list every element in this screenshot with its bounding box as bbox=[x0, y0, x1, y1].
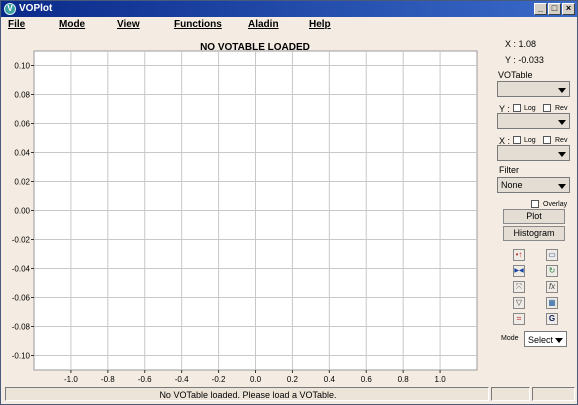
mode-select[interactable]: Select bbox=[524, 331, 567, 347]
title-bar[interactable]: V VOPlot _ □ × bbox=[1, 1, 577, 17]
status-panel-2 bbox=[491, 387, 530, 401]
menu-view[interactable]: View bbox=[117, 19, 140, 31]
plot-button[interactable]: Plot bbox=[503, 209, 565, 224]
votable-label: VOTable bbox=[498, 70, 533, 80]
x-tick-label: -0.4 bbox=[175, 375, 189, 384]
y-tick-label: 0.02 bbox=[14, 178, 30, 187]
refresh-icon[interactable]: ↻ bbox=[546, 265, 558, 277]
y-coordinate-readout: Y : -0.033 bbox=[505, 55, 544, 65]
plot-title: NO VOTABLE LOADED bbox=[200, 42, 310, 53]
y-tick-label: -0.02 bbox=[12, 236, 31, 245]
marker-tool-icon[interactable]: •↑ bbox=[513, 249, 525, 261]
chevron-down-icon bbox=[555, 338, 563, 343]
y-tick-label: 0.08 bbox=[14, 91, 30, 100]
y-rev-label: Rev bbox=[555, 105, 568, 112]
control-panel: X : 1.08 Y : -0.033 VOTable Y : Log Rev … bbox=[493, 37, 577, 384]
plot-panel[interactable]: 0.10 0.08 0.06 0.04 0.02 0.00 -0.02 -0.04 -0.06 -… bbox=[5, 37, 490, 384]
y-tick-label: -0.10 bbox=[12, 352, 31, 361]
y-tick-label: -0.06 bbox=[12, 294, 31, 303]
y-tick-label: -0.08 bbox=[12, 323, 31, 332]
voplot-logo-icon: V bbox=[4, 3, 16, 15]
y-tick-label: 0.00 bbox=[14, 207, 30, 216]
reset-arrows-icon[interactable]: ▶◀ bbox=[513, 265, 525, 277]
x-tick-label: 1.0 bbox=[435, 375, 447, 384]
y-log-checkbox[interactable] bbox=[513, 104, 521, 112]
menu-bar: File Mode View Functions Aladin Help bbox=[1, 18, 577, 33]
filter-funnel-icon[interactable]: ▽ bbox=[513, 297, 525, 309]
chevron-down-icon bbox=[558, 120, 566, 125]
x-tick-label: 0.6 bbox=[361, 375, 373, 384]
y-tick-label: -0.04 bbox=[12, 265, 31, 274]
x-coordinate-readout: X : 1.08 bbox=[505, 39, 537, 49]
overlay-label: Overlay bbox=[543, 201, 568, 208]
x-log-checkbox[interactable] bbox=[513, 136, 521, 144]
plot-canvas[interactable]: 0.10 0.08 0.06 0.04 0.02 0.00 -0.02 -0.04 -0.06 -… bbox=[5, 37, 490, 384]
x-tick-label: 0.0 bbox=[250, 375, 262, 384]
filter-label: Filter bbox=[499, 165, 519, 175]
table-grid-icon[interactable]: ▦ bbox=[546, 297, 558, 309]
x-rev-checkbox[interactable] bbox=[543, 136, 551, 144]
crop-icon[interactable]: ⌗ bbox=[513, 313, 525, 325]
menu-mode[interactable]: Mode bbox=[59, 19, 85, 31]
voplot-window: V VOPlot _ □ × File Mode View Functions … bbox=[0, 0, 578, 405]
status-bar: No VOTable loaded. Please load a VOTable… bbox=[5, 387, 575, 402]
status-message-panel: No VOTable loaded. Please load a VOTable… bbox=[5, 387, 489, 401]
y-tick-label: 0.10 bbox=[14, 62, 30, 71]
menu-file[interactable]: File bbox=[8, 19, 25, 31]
x-tick-label: -1.0 bbox=[64, 375, 78, 384]
histogram-button[interactable]: Histogram bbox=[503, 226, 565, 241]
votable-select[interactable] bbox=[497, 81, 570, 97]
mode-label: Mode bbox=[501, 335, 519, 342]
x-rev-label: Rev bbox=[555, 137, 568, 144]
y-log-label: Log bbox=[524, 105, 536, 112]
status-message: No VOTable loaded. Please load a VOTable… bbox=[159, 390, 337, 400]
y-tick-label: 0.06 bbox=[14, 120, 30, 129]
window-title: VOPlot bbox=[19, 3, 53, 14]
chevron-down-icon bbox=[558, 88, 566, 93]
x-tick-label: 0.4 bbox=[324, 375, 336, 384]
chevron-down-icon bbox=[558, 152, 566, 157]
menu-aladin[interactable]: Aladin bbox=[248, 19, 279, 31]
x-axis: -1.0 -0.8 -0.6 -0.4 -0.2 0.0 0.2 0.4 0.6 0.8 1.0 bbox=[64, 370, 446, 384]
x-tick-label: -0.6 bbox=[138, 375, 152, 384]
function-fx-icon[interactable]: fx bbox=[546, 281, 558, 293]
status-panel-3 bbox=[532, 387, 575, 401]
overlay-checkbox[interactable] bbox=[531, 200, 539, 208]
mode-value: Select bbox=[528, 335, 554, 345]
filter-select[interactable]: None bbox=[497, 177, 570, 193]
x-tick-label: 0.8 bbox=[398, 375, 410, 384]
x-log-label: Log bbox=[524, 137, 536, 144]
zoom-fit-icon[interactable]: ⤧ bbox=[513, 281, 525, 293]
print-icon[interactable]: ▭ bbox=[546, 249, 558, 261]
menu-functions[interactable]: Functions bbox=[174, 19, 222, 31]
y-column-select[interactable] bbox=[497, 113, 570, 129]
filter-value: None bbox=[501, 180, 523, 190]
x-tick-label: -0.2 bbox=[212, 375, 226, 384]
close-button[interactable]: × bbox=[562, 3, 575, 15]
x-tick-label: -0.8 bbox=[101, 375, 115, 384]
y-tick-label: 0.04 bbox=[14, 149, 30, 158]
rotate-icon[interactable]: G bbox=[546, 313, 558, 325]
y-axis: 0.10 0.08 0.06 0.04 0.02 0.00 -0.02 -0.04 -0.06 -… bbox=[12, 62, 34, 361]
x-column-select[interactable] bbox=[497, 145, 570, 161]
y-rev-checkbox[interactable] bbox=[543, 104, 551, 112]
maximize-button[interactable]: □ bbox=[548, 3, 561, 15]
minimize-button[interactable]: _ bbox=[534, 3, 547, 15]
x-tick-label: 0.2 bbox=[287, 375, 299, 384]
menu-help[interactable]: Help bbox=[309, 19, 331, 31]
chevron-down-icon bbox=[558, 184, 566, 189]
